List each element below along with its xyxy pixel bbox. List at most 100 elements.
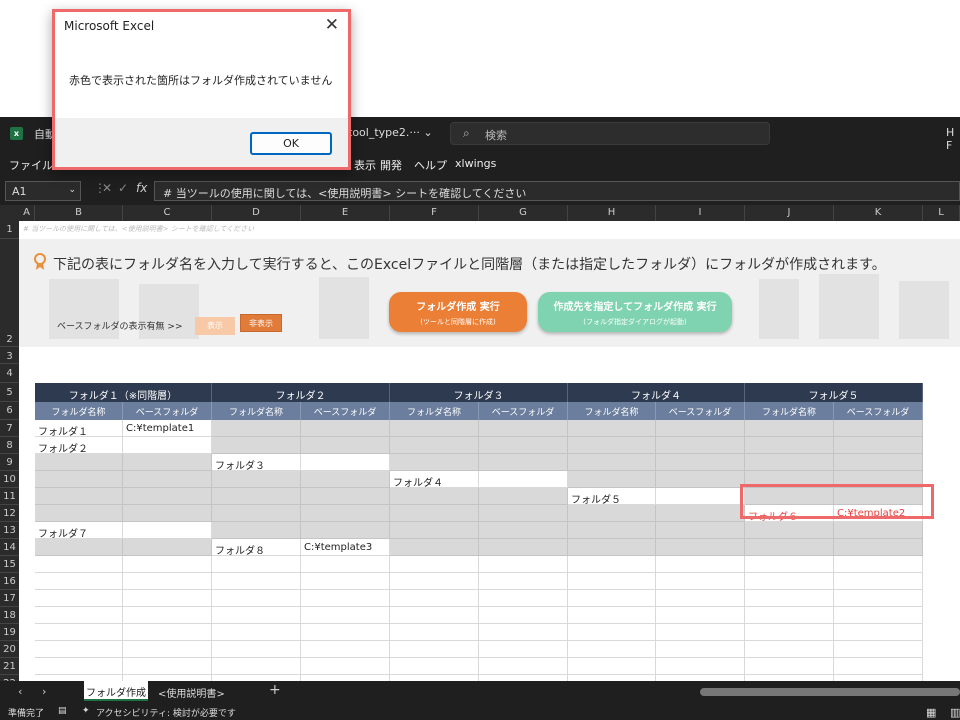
base-folder-cell[interactable] [301,454,390,471]
table-cell[interactable] [35,556,123,573]
table-cell[interactable] [568,624,656,641]
row-header-2[interactable]: 2 [0,239,19,347]
col-header-C[interactable]: C [123,205,212,221]
folder-name-cell[interactable] [212,522,301,539]
table-cell[interactable] [745,573,834,590]
base-folder-cell[interactable] [656,488,745,505]
folder-name-cell[interactable] [212,488,301,505]
row-header-17[interactable]: 17 [0,590,19,607]
base-folder-cell[interactable] [479,522,568,539]
table-cell[interactable] [656,658,745,675]
table-cell[interactable] [301,573,390,590]
table-cell[interactable] [212,590,301,607]
table-cell[interactable] [834,573,923,590]
table-cell[interactable] [656,607,745,624]
row-header-5[interactable]: 5 [0,383,19,402]
folder-name-cell[interactable] [390,454,479,471]
hide-button[interactable]: 非表示 [240,314,282,332]
folder-name-cell[interactable] [35,539,123,556]
enter-icon[interactable]: ✓ [118,181,128,195]
base-folder-cell[interactable] [301,522,390,539]
base-folder-cell[interactable] [479,471,568,488]
table-cell[interactable] [301,590,390,607]
table-cell[interactable] [745,658,834,675]
col-header-J[interactable]: J [745,205,834,221]
create-folder-destination-button[interactable]: 作成先を指定してフォルダ作成 実行 (フォルダ指定ダイアログが起動) [538,292,732,332]
base-folder-cell[interactable]: C:¥template1 [123,420,212,437]
user-initials[interactable]: H F [946,126,960,152]
table-cell[interactable] [212,624,301,641]
base-folder-cell[interactable] [301,505,390,522]
folder-name-cell[interactable] [390,488,479,505]
table-cell[interactable] [123,607,212,624]
table-cell[interactable] [123,590,212,607]
row-header-4[interactable]: 4 [0,364,19,383]
table-cell[interactable] [35,658,123,675]
folder-name-cell[interactable] [745,539,834,556]
col-header-K[interactable]: K [834,205,923,221]
table-cell[interactable] [212,658,301,675]
col-header-A[interactable]: A [19,205,35,221]
cancel-icon[interactable]: ✕ [102,181,112,195]
table-cell[interactable] [479,607,568,624]
table-cell[interactable] [35,607,123,624]
table-cell[interactable] [123,556,212,573]
table-cell[interactable] [834,556,923,573]
folder-name-cell[interactable] [745,522,834,539]
base-folder-cell[interactable] [479,539,568,556]
table-cell[interactable] [745,556,834,573]
accessibility-status[interactable]: アクセシビリティ: 検討が必要です [96,706,236,719]
row-header-12[interactable]: 12 [0,505,19,522]
table-cell[interactable] [479,641,568,658]
tab-manual[interactable]: <使用説明書> [158,685,225,700]
row-header-18[interactable]: 18 [0,607,19,624]
table-cell[interactable] [479,590,568,607]
show-button[interactable]: 表示 [195,317,235,335]
base-folder-cell[interactable] [656,454,745,471]
folder-name-cell[interactable] [35,505,123,522]
table-cell[interactable] [390,607,479,624]
folder-name-cell[interactable]: フォルダ５ [568,488,656,505]
row-header-19[interactable]: 19 [0,624,19,641]
folder-name-cell[interactable] [212,420,301,437]
base-folder-cell[interactable] [834,522,923,539]
folder-name-cell[interactable]: フォルダ４ [390,471,479,488]
table-cell[interactable] [212,556,301,573]
row-header-8[interactable]: 8 [0,437,19,454]
folder-name-cell[interactable] [568,420,656,437]
base-folder-cell[interactable] [656,505,745,522]
base-folder-cell[interactable] [479,454,568,471]
base-folder-cell[interactable] [123,488,212,505]
folder-name-cell[interactable] [390,420,479,437]
excel-icon[interactable]: x [10,127,23,140]
table-cell[interactable] [479,624,568,641]
ok-button[interactable]: OK [250,132,332,155]
table-cell[interactable] [479,658,568,675]
folder-name-cell[interactable] [390,539,479,556]
table-cell[interactable] [568,556,656,573]
row-header-16[interactable]: 16 [0,573,19,590]
table-cell[interactable] [568,658,656,675]
row-header-21[interactable]: 21 [0,658,19,675]
table-cell[interactable] [390,658,479,675]
base-folder-cell[interactable] [123,454,212,471]
folder-name-cell[interactable] [35,454,123,471]
table-cell[interactable] [212,641,301,658]
table-cell[interactable] [479,556,568,573]
folder-name-cell[interactable] [390,505,479,522]
table-cell[interactable] [568,590,656,607]
table-cell[interactable] [35,624,123,641]
row-header-13[interactable]: 13 [0,522,19,539]
table-cell[interactable] [745,590,834,607]
table-cell[interactable] [390,641,479,658]
table-cell[interactable] [123,658,212,675]
folder-name-cell[interactable] [35,488,123,505]
tab-next-icon[interactable]: › [42,685,46,698]
table-cell[interactable] [212,607,301,624]
table-cell[interactable] [568,573,656,590]
row-header-11[interactable]: 11 [0,488,19,505]
folder-name-cell[interactable] [568,471,656,488]
base-folder-cell[interactable] [123,539,212,556]
normal-view-icon[interactable]: ▦ [926,706,936,719]
folder-name-cell[interactable] [390,437,479,454]
